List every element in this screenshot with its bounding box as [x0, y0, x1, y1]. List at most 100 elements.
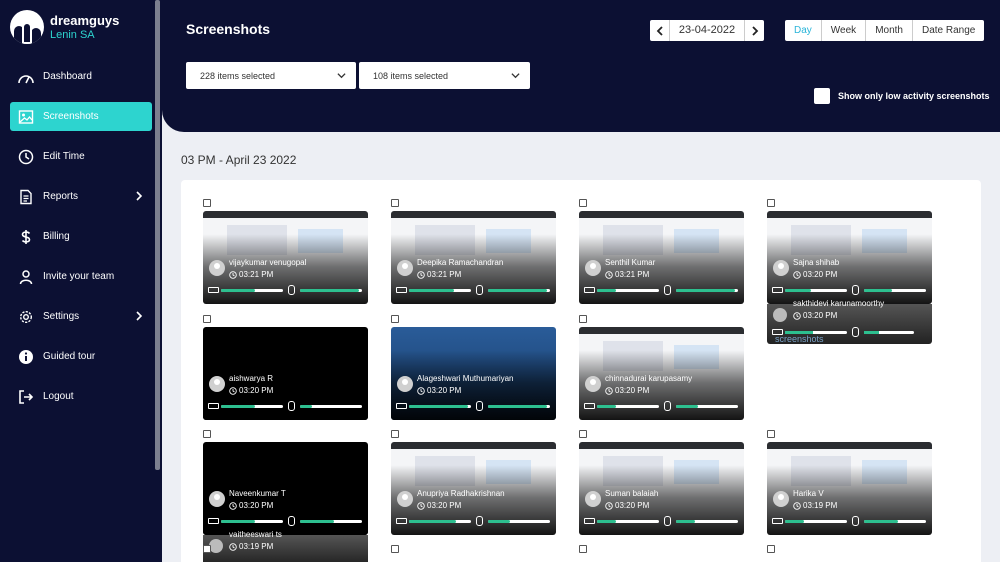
range-day-button[interactable]: Day: [785, 20, 822, 41]
screenshot-checkbox[interactable]: [203, 430, 211, 438]
sidebar-item-guided-tour[interactable]: Guided tour: [10, 342, 152, 371]
screenshot-thumbnail[interactable]: chinnadurai karupasamy 03:20 PM: [579, 327, 744, 420]
range-date-range-button[interactable]: Date Range: [913, 20, 984, 41]
screenshot-checkbox[interactable]: [579, 199, 587, 207]
capture-time-text: 03:20 PM: [803, 311, 838, 320]
avatar: [773, 308, 787, 322]
sidebar-item-label: Billing: [43, 231, 70, 242]
mouse-activity-bar: [864, 520, 926, 523]
screenshot-thumbnail[interactable]: Sajna shihab 03:20 PM: [767, 211, 932, 304]
project-filter-value: 108 items selected: [373, 71, 449, 81]
screenshot-checkbox[interactable]: [203, 545, 211, 553]
clock-icon: [229, 501, 237, 510]
capture-time: 03:21 PM: [229, 270, 273, 279]
keyboard-icon: [208, 287, 219, 293]
employee-name: aishwarya R: [229, 374, 274, 383]
clock-icon: [605, 386, 613, 395]
low-activity-checkbox[interactable]: [814, 88, 830, 104]
screenshot-thumbnail[interactable]: Deepika Ramachandran 03:21 PM: [391, 211, 556, 304]
capture-time: 03:21 PM: [605, 270, 649, 279]
screenshot-checkbox[interactable]: [203, 199, 211, 207]
screenshot-thumbnail[interactable]: aishwarya R 03:20 PM: [203, 327, 368, 420]
current-date[interactable]: 23-04-2022: [670, 20, 744, 41]
clock-icon: [229, 542, 237, 551]
info-icon: [19, 349, 33, 364]
screenshot-checkbox[interactable]: [391, 430, 399, 438]
employee-name: Sajna shihab: [793, 258, 840, 267]
mouse-activity-bar: [676, 520, 738, 523]
sidebar-item-label: Logout: [43, 391, 74, 402]
sidebar-item-logout[interactable]: Logout: [10, 382, 152, 411]
screenshot-checkbox[interactable]: [391, 199, 399, 207]
mouse-icon: [852, 285, 859, 295]
next-date-button[interactable]: [744, 20, 764, 41]
screenshot-checkbox[interactable]: [767, 199, 775, 207]
screenshot-thumbnail[interactable]: Naveenkumar T 03:20 PM: [203, 442, 368, 535]
screenshot-checkbox[interactable]: [579, 545, 587, 553]
range-toggle: Day Week Month Date Range: [785, 20, 985, 41]
prev-date-button[interactable]: [650, 20, 670, 41]
sidebar-item-dashboard[interactable]: Dashboard: [10, 62, 152, 91]
capture-time-text: 03:20 PM: [615, 386, 650, 395]
keyboard-icon: [584, 287, 595, 293]
screenshot-checkbox[interactable]: [391, 315, 399, 323]
screenshot-thumbnail[interactable]: Harika V 03:19 PM: [767, 442, 932, 535]
keyboard-icon: [396, 518, 407, 524]
capture-time: 03:19 PM: [793, 501, 837, 510]
sidebar-nav: Dashboard Screenshots Edit Time Reports …: [10, 62, 152, 422]
low-activity-toggle[interactable]: Show only low activity screenshots: [814, 88, 990, 104]
brand-user: Lenin SA: [50, 28, 95, 41]
screenshot-thumbnail[interactable]: Senthil Kumar 03:21 PM: [579, 211, 744, 304]
mouse-activity-bar: [676, 405, 738, 408]
capture-time: 03:19 PM: [229, 542, 273, 551]
capture-time: 03:20 PM: [605, 501, 649, 510]
capture-time: 03:20 PM: [229, 386, 273, 395]
capture-time-text: 03:20 PM: [803, 270, 838, 279]
screenshot-checkbox[interactable]: [767, 430, 775, 438]
mouse-icon: [476, 401, 483, 411]
screenshot-checkbox[interactable]: [579, 430, 587, 438]
avatar: [397, 376, 413, 392]
screenshot-checkbox[interactable]: [579, 315, 587, 323]
keyboard-activity-bar: [785, 520, 847, 523]
screenshot-thumbnail[interactable]: Alageshwari Muthumariyan 03:20 PM: [391, 327, 556, 420]
sidebar-item-reports[interactable]: Reports: [10, 182, 152, 211]
sidebar-item-label: Guided tour: [43, 351, 96, 362]
page-title: Screenshots: [186, 21, 271, 37]
avatar: [585, 260, 601, 276]
sidebar-item-edit-time[interactable]: Edit Time: [10, 142, 152, 171]
range-month-button[interactable]: Month: [866, 20, 913, 41]
screenshot-checkbox[interactable]: [391, 545, 399, 553]
brand-name: dreamguys: [50, 12, 120, 28]
user-icon: [19, 269, 33, 284]
mouse-icon: [664, 285, 671, 295]
keyboard-activity-bar: [409, 520, 471, 523]
keyboard-activity-bar: [597, 520, 659, 523]
capture-time-text: 03:21 PM: [427, 270, 462, 279]
sidebar-item-invite[interactable]: Invite your team: [10, 262, 152, 291]
employee-name: Naveenkumar T: [229, 489, 286, 498]
keyboard-icon: [584, 518, 595, 524]
screenshot-thumbnail[interactable]: Anupriya Radhakrishnan 03:20 PM: [391, 442, 556, 535]
sidebar-item-settings[interactable]: Settings: [10, 302, 152, 331]
screenshot-thumbnail[interactable]: vijaykumar venugopal 03:21 PM: [203, 211, 368, 304]
capture-time: 03:20 PM: [417, 501, 461, 510]
user-filter-select[interactable]: 228 items selected: [186, 62, 356, 89]
sidebar-item-screenshots[interactable]: Screenshots: [10, 102, 152, 131]
chevron-right-icon: [136, 311, 143, 321]
brand[interactable]: dreamguys Lenin SA: [10, 10, 119, 44]
sidebar-item-billing[interactable]: Billing: [10, 222, 152, 251]
project-filter-select[interactable]: 108 items selected: [359, 62, 530, 89]
avatar: [209, 260, 225, 276]
range-week-button[interactable]: Week: [822, 20, 867, 41]
screenshot-thumbnail[interactable]: Suman balaiah 03:20 PM: [579, 442, 744, 535]
screenshot-checkbox[interactable]: [203, 315, 211, 323]
capture-time-text: 03:20 PM: [239, 501, 274, 510]
chevron-left-icon: [656, 25, 663, 36]
avatar: [585, 491, 601, 507]
keyboard-activity-bar: [409, 405, 471, 408]
sidebar-scrollbar[interactable]: [155, 0, 160, 470]
mouse-icon: [288, 401, 295, 411]
screenshot-checkbox[interactable]: [767, 545, 775, 553]
employee-name: Harika V: [793, 489, 824, 498]
